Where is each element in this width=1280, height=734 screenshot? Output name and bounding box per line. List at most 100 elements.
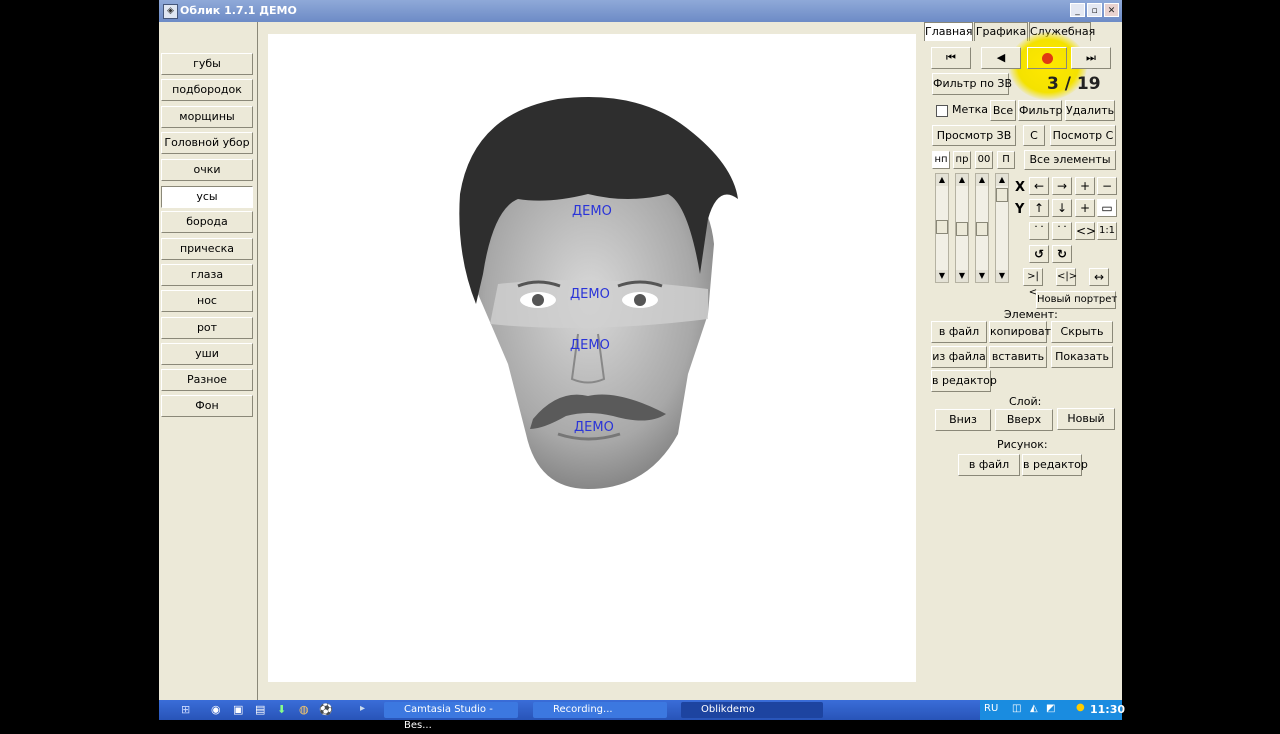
toggle-pr[interactable]: пр (953, 151, 971, 169)
category-nose-button[interactable]: нос (161, 290, 253, 312)
layer-label: Слой: (1009, 395, 1042, 408)
rotate-cw-icon[interactable]: ↻ (1052, 245, 1072, 263)
toggle-np[interactable]: нп (932, 151, 950, 169)
task-recording[interactable]: Recording... (533, 702, 667, 718)
quicklaunch-expand-icon[interactable]: ▸ (360, 703, 365, 714)
all-elements-button[interactable]: Все элементы (1024, 150, 1116, 170)
tab-graphics[interactable]: Графика (974, 22, 1028, 41)
layer-down-button[interactable]: Вниз (935, 409, 991, 431)
move-right-icon[interactable]: → (1052, 177, 1072, 195)
window-title: Облик 1.7.1 ДЕМО (180, 4, 297, 17)
view-zv-button[interactable]: Просмотр ЗВ (932, 125, 1016, 146)
watermark-4: ДЕМО (574, 420, 614, 435)
layer-new-button[interactable]: Новый (1057, 408, 1115, 430)
slider-2[interactable]: ▲ ▼ (955, 173, 969, 283)
increase-y-icon[interactable]: + (1075, 199, 1095, 217)
filter-button[interactable]: Фильтр (1018, 100, 1063, 121)
tray-app-icon[interactable]: ◩ (1046, 703, 1055, 714)
tilt-left-icon[interactable]: ˙˙ (1029, 222, 1049, 240)
close-button[interactable]: ✕ (1104, 3, 1119, 17)
category-beard-button[interactable]: борода (161, 211, 253, 233)
move-down-icon[interactable]: ↓ (1052, 199, 1072, 217)
rotate-ccw-icon[interactable]: ↺ (1029, 245, 1049, 263)
c-button[interactable]: С (1023, 125, 1045, 146)
category-hairstyle-button[interactable]: прическа (161, 238, 253, 260)
quicklaunch-window-icon[interactable]: ▣ (233, 703, 243, 716)
new-portrait-button[interactable]: Новый портрет (1036, 291, 1117, 309)
tab-main[interactable]: Главная (924, 22, 973, 41)
element-category-panel: губы подбородок морщины Головной убор оч… (159, 22, 257, 700)
filter-by-zv-button[interactable]: Фильтр по ЗВ (932, 73, 1012, 95)
element-to-editor-button[interactable]: в редактор (931, 370, 997, 392)
element-paste-button[interactable]: вставить (989, 346, 1047, 368)
view-c-button[interactable]: Посмотр С (1050, 125, 1116, 146)
record-button[interactable] (1027, 47, 1067, 69)
category-background-button[interactable]: Фон (161, 395, 253, 417)
tray-network-icon[interactable]: ◫ (1012, 703, 1021, 714)
category-misc-button[interactable]: Разное (161, 369, 253, 391)
element-from-file-button[interactable]: из файла (931, 346, 987, 368)
task-camtasia[interactable]: Camtasia Studio - Bes... (384, 702, 518, 731)
language-indicator[interactable]: RU (984, 703, 998, 714)
mark-checkbox[interactable] (936, 105, 948, 117)
decrease-x-icon[interactable]: − (1097, 177, 1117, 195)
decrease-y-icon[interactable]: ▭ (1097, 199, 1117, 217)
increase-x-icon[interactable]: + (1075, 177, 1095, 195)
title-bar: ◈ Облик 1.7.1 ДЕМО _ ▫ ✕ (159, 0, 1122, 22)
category-mouth-button[interactable]: рот (161, 317, 253, 339)
task-oblikdemo[interactable]: Oblikdemo (681, 702, 823, 718)
quicklaunch-doc-icon[interactable]: ▤ (255, 703, 265, 716)
picture-to-editor-button[interactable]: в редактор (1022, 454, 1088, 476)
category-wrinkles-button[interactable]: морщины (161, 106, 253, 128)
app-window: ◈ Облик 1.7.1 ДЕМО _ ▫ ✕ губы подбородок… (159, 0, 1122, 700)
slider-3[interactable]: ▲ ▼ (975, 173, 989, 283)
delete-button[interactable]: Удалить (1065, 100, 1115, 121)
category-chin-button[interactable]: подбородок (161, 79, 253, 101)
app-icon: ◈ (163, 4, 178, 19)
ratio-button[interactable]: 1:1 (1097, 222, 1117, 240)
quicklaunch-eye-icon[interactable]: ◉ (211, 703, 221, 716)
quicklaunch-ball-icon[interactable]: ⚽ (319, 703, 333, 716)
x-axis-label: X (1015, 180, 1026, 195)
portrait-canvas[interactable]: ДЕМО ДЕМО ДЕМО ДЕМО (268, 34, 916, 682)
quicklaunch-chrome-icon[interactable]: ◍ (299, 703, 309, 716)
minimize-button[interactable]: _ (1070, 3, 1085, 17)
all-button[interactable]: Все (990, 100, 1016, 121)
element-copy-button[interactable]: копировать (989, 321, 1058, 343)
watermark-1: ДЕМО (572, 204, 612, 219)
picture-to-file-button[interactable]: в файл (958, 454, 1020, 476)
category-ears-button[interactable]: уши (161, 343, 253, 365)
move-left-icon[interactable]: ← (1029, 177, 1049, 195)
move-up-icon[interactable]: ↑ (1029, 199, 1049, 217)
quicklaunch-arrow-icon[interactable]: ⬇ (277, 703, 286, 716)
category-lips-button[interactable]: губы (161, 53, 253, 75)
start-icon[interactable]: ⊞ (181, 703, 197, 717)
toggle-p[interactable]: П (997, 151, 1015, 169)
category-glasses-button[interactable]: очки (161, 159, 253, 181)
tray-volume-icon[interactable]: ◭ (1030, 703, 1038, 714)
narrow-icon[interactable]: >|< (1023, 268, 1043, 298)
first-record-button[interactable]: ⏮ (931, 47, 971, 69)
flip-horizontal-icon[interactable]: <> (1075, 222, 1096, 240)
clock: 11:30 (1090, 703, 1126, 716)
prev-record-button[interactable]: ◀ (981, 47, 1021, 69)
category-mustache-button[interactable]: усы (161, 186, 253, 208)
record-counter: 3 / 19 (1047, 74, 1101, 94)
stretch-icon[interactable]: ↔ (1089, 268, 1109, 286)
maximize-button[interactable]: ▫ (1087, 3, 1102, 17)
slider-4[interactable]: ▲ ▼ (995, 173, 1009, 283)
element-label: Элемент: (1004, 308, 1058, 321)
toggle-00[interactable]: 00 (975, 151, 993, 169)
tray-record-icon[interactable]: ● (1076, 702, 1085, 713)
layer-up-button[interactable]: Вверх (995, 409, 1053, 431)
picture-label: Рисунок: (997, 438, 1048, 451)
category-headwear-button[interactable]: Головной убор (161, 132, 253, 154)
widen-icon[interactable]: <|> (1056, 268, 1077, 286)
element-hide-button[interactable]: Скрыть (1051, 321, 1113, 343)
slider-1[interactable]: ▲ ▼ (935, 173, 949, 283)
element-to-file-button[interactable]: в файл (931, 321, 987, 343)
category-eyes-button[interactable]: глаза (161, 264, 253, 286)
element-show-button[interactable]: Показать (1051, 346, 1113, 368)
last-record-button[interactable]: ⏭ (1071, 47, 1111, 69)
tilt-right-icon[interactable]: ˙˙ (1052, 222, 1072, 240)
